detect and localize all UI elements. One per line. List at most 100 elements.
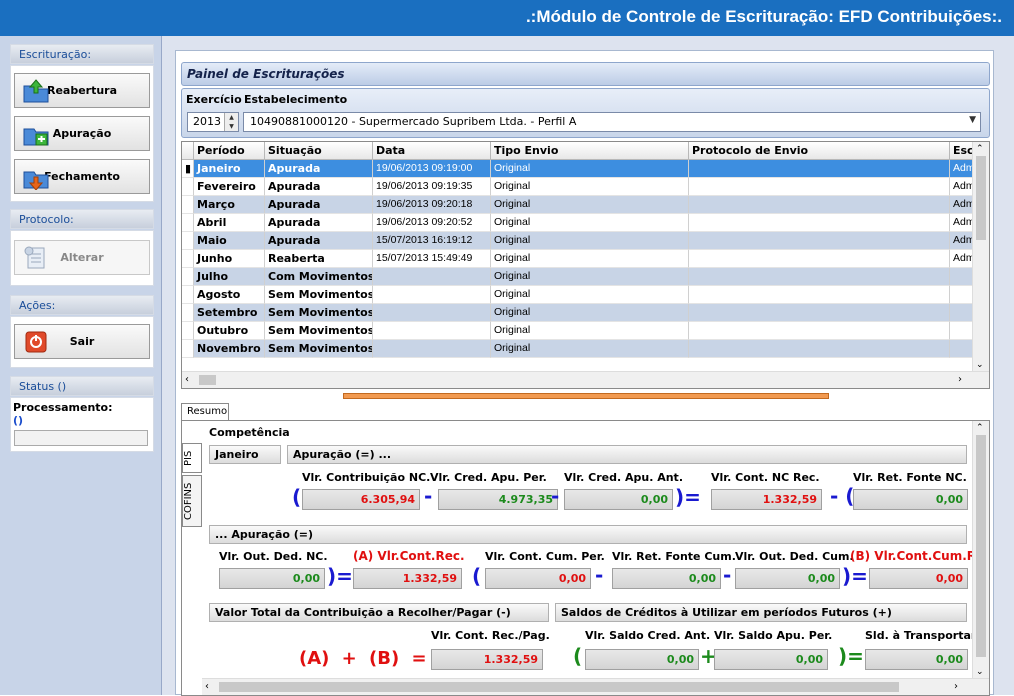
escrituracoes-grid[interactable]: Período Situação Data Tipo Envio Protoco… — [181, 141, 990, 389]
cell-periodo[interactable]: Fevereiro — [194, 178, 265, 196]
cell-situacao[interactable]: Reaberta — [265, 250, 373, 268]
resumo-vertical-scrollbar[interactable]: ⌃ ⌄ — [972, 421, 989, 679]
cell-protocolo[interactable] — [689, 286, 950, 304]
cell-tipo-envio[interactable]: Original — [491, 268, 689, 286]
col-situacao[interactable]: Situação — [265, 142, 373, 160]
scroll-right-icon[interactable]: › — [954, 681, 958, 692]
hscroll-thumb[interactable] — [199, 375, 216, 385]
spinner-arrows-icon[interactable]: ▲ ▼ — [224, 113, 238, 131]
scroll-thumb[interactable] — [976, 156, 986, 240]
cell-tipo-envio[interactable]: Original — [491, 322, 689, 340]
table-row[interactable]: ▮ Janeiro Apurada 19/06/2013 09:19:00 Origin… — [182, 160, 974, 178]
hscroll-thumb[interactable] — [219, 682, 899, 692]
table-row[interactable]: Setembro Sem Movimentos Original — [182, 304, 974, 322]
exercicio-spinner[interactable]: 2013 ▲ ▼ — [187, 112, 239, 132]
tab-resumo[interactable]: Resumo — [181, 403, 229, 421]
table-row[interactable]: Junho Reaberta 15/07/2013 15:49:49 Original… — [182, 250, 974, 268]
cell-protocolo[interactable] — [689, 250, 950, 268]
col-tipo-envio[interactable]: Tipo Envio — [491, 142, 689, 160]
cell-data[interactable]: 15/07/2013 16:19:12 — [373, 232, 491, 250]
scroll-down-icon[interactable]: ⌄ — [976, 667, 984, 677]
sair-button[interactable]: Sair — [14, 324, 150, 359]
cell-periodo[interactable]: Abril — [194, 214, 265, 232]
cell-esc[interactable] — [950, 304, 974, 322]
cell-situacao[interactable]: Sem Movimentos — [265, 304, 373, 322]
table-row[interactable]: Agosto Sem Movimentos Original — [182, 286, 974, 304]
fechamento-button[interactable]: Fechamento — [14, 159, 150, 194]
cell-tipo-envio[interactable]: Original — [491, 286, 689, 304]
cell-protocolo[interactable] — [689, 178, 950, 196]
cell-data[interactable]: 19/06/2013 09:20:18 — [373, 196, 491, 214]
resumo-horizontal-scrollbar[interactable]: ‹ › — [202, 678, 989, 695]
cell-periodo[interactable]: Agosto — [194, 286, 265, 304]
cell-periodo[interactable]: Janeiro — [194, 160, 265, 178]
cell-esc[interactable] — [950, 340, 974, 358]
grid-vertical-scrollbar[interactable]: ⌃ ⌄ — [972, 142, 989, 372]
table-row[interactable]: Abril Apurada 19/06/2013 09:20:52 Original A… — [182, 214, 974, 232]
cell-tipo-envio[interactable]: Original — [491, 160, 689, 178]
cell-esc[interactable] — [950, 268, 974, 286]
cell-data[interactable] — [373, 304, 491, 322]
cell-situacao[interactable]: Apurada — [265, 178, 373, 196]
table-row[interactable]: Maio Apurada 15/07/2013 16:19:12 Original Ad… — [182, 232, 974, 250]
cell-esc[interactable]: Adm — [950, 178, 974, 196]
cell-periodo[interactable]: Novembro — [194, 340, 265, 358]
cell-protocolo[interactable] — [689, 322, 950, 340]
scroll-down-icon[interactable]: ⌄ — [976, 360, 984, 370]
cell-esc[interactable]: Adm — [950, 250, 974, 268]
cell-protocolo[interactable] — [689, 340, 950, 358]
tab-cofins[interactable]: COFINS — [182, 475, 202, 527]
estabelecimento-select[interactable]: 10490881000120 - Supermercado Supribem L… — [243, 112, 981, 132]
cell-data[interactable]: 19/06/2013 09:19:00 — [373, 160, 491, 178]
cell-protocolo[interactable] — [689, 160, 950, 178]
cell-esc[interactable] — [950, 286, 974, 304]
cell-data[interactable]: 19/06/2013 09:20:52 — [373, 214, 491, 232]
cell-esc[interactable]: Adm — [950, 232, 974, 250]
cell-data[interactable] — [373, 286, 491, 304]
cell-tipo-envio[interactable]: Original — [491, 340, 689, 358]
table-row[interactable]: Março Apurada 19/06/2013 09:20:18 Original A… — [182, 196, 974, 214]
cell-tipo-envio[interactable]: Original — [491, 178, 689, 196]
col-periodo[interactable]: Período — [194, 142, 265, 160]
cell-situacao[interactable]: Sem Movimentos — [265, 286, 373, 304]
scroll-right-icon[interactable]: › — [958, 374, 962, 385]
table-row[interactable]: Julho Com Movimentos Original — [182, 268, 974, 286]
cell-protocolo[interactable] — [689, 232, 950, 250]
cell-periodo[interactable]: Julho — [194, 268, 265, 286]
cell-protocolo[interactable] — [689, 304, 950, 322]
cell-data[interactable] — [373, 340, 491, 358]
scroll-left-icon[interactable]: ‹ — [205, 681, 209, 692]
cell-periodo[interactable]: Outubro — [194, 322, 265, 340]
col-esc[interactable]: Esc — [950, 142, 974, 160]
cell-situacao[interactable]: Apurada — [265, 160, 373, 178]
cell-situacao[interactable]: Sem Movimentos — [265, 322, 373, 340]
cell-periodo[interactable]: Junho — [194, 250, 265, 268]
cell-tipo-envio[interactable]: Original — [491, 232, 689, 250]
cell-periodo[interactable]: Setembro — [194, 304, 265, 322]
scroll-up-icon[interactable]: ⌃ — [976, 423, 984, 433]
scroll-left-icon[interactable]: ‹ — [185, 374, 189, 385]
grid-horizontal-scrollbar[interactable]: ‹ › — [182, 371, 989, 388]
table-row[interactable]: Novembro Sem Movimentos Original — [182, 340, 974, 358]
scroll-thumb[interactable] — [976, 435, 986, 657]
table-row[interactable]: Outubro Sem Movimentos Original — [182, 322, 974, 340]
cell-esc[interactable]: Adm — [950, 160, 974, 178]
cell-protocolo[interactable] — [689, 214, 950, 232]
cell-esc[interactable]: Adm — [950, 214, 974, 232]
cell-tipo-envio[interactable]: Original — [491, 214, 689, 232]
reabertura-button[interactable]: Reabertura — [14, 73, 150, 108]
col-data[interactable]: Data — [373, 142, 491, 160]
cell-periodo[interactable]: Março — [194, 196, 265, 214]
cell-data[interactable] — [373, 322, 491, 340]
cell-periodo[interactable]: Maio — [194, 232, 265, 250]
table-row[interactable]: Fevereiro Apurada 19/06/2013 09:19:35 Origi… — [182, 178, 974, 196]
scroll-up-icon[interactable]: ⌃ — [976, 144, 984, 154]
cell-situacao[interactable]: Sem Movimentos — [265, 340, 373, 358]
cell-situacao[interactable]: Apurada — [265, 214, 373, 232]
alterar-button[interactable]: Alterar — [14, 240, 150, 275]
cell-protocolo[interactable] — [689, 268, 950, 286]
cell-tipo-envio[interactable]: Original — [491, 304, 689, 322]
cell-esc[interactable] — [950, 322, 974, 340]
cell-protocolo[interactable] — [689, 196, 950, 214]
splitter-handle[interactable] — [343, 393, 829, 399]
